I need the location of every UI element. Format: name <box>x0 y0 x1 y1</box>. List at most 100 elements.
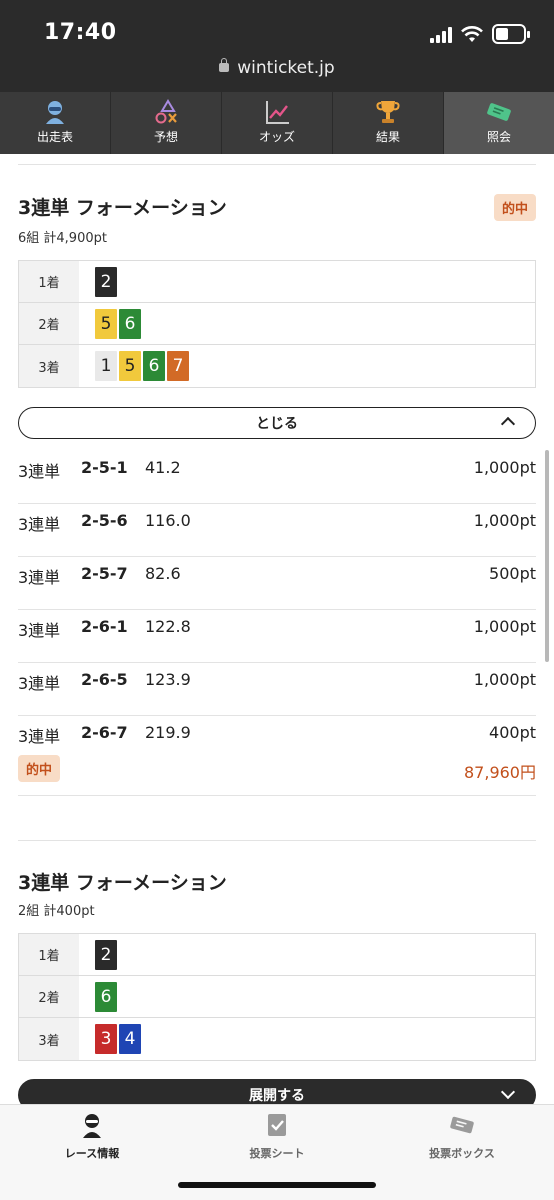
url-text: winticket.jp <box>237 58 335 78</box>
bet-type: 3連単 <box>18 462 61 481</box>
bet-amount: 1,000pt <box>473 617 536 636</box>
racer-number: 7 <box>167 351 189 381</box>
collapse-button[interactable]: とじる <box>18 407 536 439</box>
tab-label: オッズ <box>258 130 295 144</box>
bet-amount: 400pt <box>489 723 536 742</box>
battery-icon <box>492 24 530 44</box>
address-bar[interactable]: winticket.jp <box>0 58 554 78</box>
tab-odds[interactable]: オッズ <box>222 92 333 154</box>
browser-status-bar: 17:40 winticket.jp <box>0 0 554 92</box>
collapse-label: とじる <box>256 416 298 432</box>
tab-prediction[interactable]: 予想 <box>111 92 222 154</box>
odds-chart-icon <box>266 101 289 124</box>
bet-combination: 2-5-1 <box>81 458 128 477</box>
racer-number: 1 <box>95 351 117 381</box>
formation-table: 1着 2 2着 6 3着 3 4 <box>18 933 536 1061</box>
bottom-tab-bet-sheet[interactable]: 投票シート <box>185 1111 369 1161</box>
bet-type: 3連単 <box>18 568 61 587</box>
racer-number: 2 <box>95 939 117 970</box>
bottom-tab-bet-box[interactable]: 投票ボックス <box>370 1111 554 1161</box>
bet-row: 3連単 2-5-6 116.0 1,000pt <box>18 504 536 557</box>
racer-number: 6 <box>95 981 117 1012</box>
signal-icon <box>430 27 454 43</box>
bet-title: 3連単 フォーメーション <box>18 872 227 894</box>
bet-odds: 82.6 <box>145 564 181 583</box>
expand-label: 展開する <box>249 1088 305 1104</box>
bet-combination: 2-6-5 <box>81 670 128 689</box>
position-row-2nd: 2着 5 6 <box>19 303 535 345</box>
bet-combination: 2-6-7 <box>81 723 128 742</box>
payout-amount: 87,960円 <box>464 763 536 782</box>
bottom-tab-race-info[interactable]: レース情報 <box>0 1111 184 1161</box>
bet-row: 3連単 2-5-1 41.2 1,000pt <box>18 451 536 504</box>
formation-table: 1着 2 2着 5 6 3着 1 5 6 7 <box>18 260 536 388</box>
tab-inquiry[interactable]: 照会 <box>444 92 554 154</box>
racer-number: 6 <box>143 351 165 381</box>
tab-label: 出走表 <box>36 130 73 144</box>
divider <box>18 840 536 841</box>
position-row-1st: 1着 2 <box>19 261 535 303</box>
payout-hit-badge: 的中 <box>18 755 61 782</box>
ticket-icon <box>487 103 511 121</box>
position-label: 1着 <box>19 934 79 975</box>
bet-amount: 1,000pt <box>473 511 536 530</box>
race-nav: 出走表 予想 オッズ 結果 照会 <box>0 92 554 154</box>
trophy-icon <box>376 101 400 123</box>
lock-icon <box>219 58 230 72</box>
tab-label: 予想 <box>153 130 178 144</box>
racer-number: 3 <box>95 1024 117 1054</box>
position-label: 2着 <box>19 303 79 344</box>
bet-type: 3連単 <box>18 674 61 693</box>
bet-summary: 6組 計4,900pt <box>18 231 107 246</box>
bet-row: 3連単 2-6-7 219.9 400pt <box>18 716 536 796</box>
rider-icon <box>46 101 64 124</box>
tab-results[interactable]: 結果 <box>333 92 444 154</box>
bet-odds: 41.2 <box>145 458 181 477</box>
bet-amount: 1,000pt <box>473 458 536 477</box>
bottom-tab-label: 投票シート <box>249 1147 305 1160</box>
tab-entries[interactable]: 出走表 <box>0 92 111 154</box>
bet-amount: 500pt <box>489 564 536 583</box>
bet-odds: 116.0 <box>145 511 191 530</box>
bet-title: 3連単 フォーメーション <box>18 197 227 219</box>
bet-type: 3連単 <box>18 621 61 640</box>
position-label: 1着 <box>19 261 79 302</box>
racer-number: 5 <box>95 308 117 339</box>
bet-combination: 2-6-1 <box>81 617 128 636</box>
bet-row: 3連単 2-5-7 82.6 500pt <box>18 557 536 610</box>
home-indicator[interactable] <box>178 1182 376 1188</box>
bet-row: 3連単 2-6-1 122.8 1,000pt <box>18 610 536 663</box>
tab-label: 照会 <box>486 130 511 144</box>
bet-summary: 2組 計400pt <box>18 904 95 919</box>
tab-label: 結果 <box>375 130 400 144</box>
bet-odds: 219.9 <box>145 723 191 742</box>
position-label: 3着 <box>19 1018 79 1060</box>
position-label: 3着 <box>19 345 79 387</box>
scrollbar[interactable] <box>545 450 549 662</box>
wifi-icon <box>461 26 483 42</box>
bottom-tab-label: 投票ボックス <box>429 1147 495 1160</box>
position-row-1st: 1着 2 <box>19 934 535 976</box>
bet-type: 3連単 <box>18 727 61 746</box>
position-row-3rd: 3着 1 5 6 7 <box>19 345 535 387</box>
bet-row: 3連単 2-6-5 123.9 1,000pt <box>18 663 536 716</box>
position-label: 2着 <box>19 976 79 1017</box>
clock: 17:40 <box>44 20 117 45</box>
racer-number: 2 <box>95 266 117 297</box>
racer-number: 4 <box>119 1024 141 1054</box>
prediction-icon <box>155 99 177 124</box>
race-info-icon <box>83 1114 101 1138</box>
hit-badge: 的中 <box>493 194 536 221</box>
bet-type: 3連単 <box>18 515 61 534</box>
bet-box-icon <box>450 1116 474 1134</box>
position-row-3rd: 3着 3 4 <box>19 1018 535 1060</box>
racer-number: 5 <box>119 351 141 381</box>
bet-odds: 122.8 <box>145 617 191 636</box>
divider <box>18 164 536 165</box>
chevron-up-icon <box>500 416 516 432</box>
bet-combination: 2-5-7 <box>81 564 128 583</box>
bet-combination: 2-5-6 <box>81 511 128 530</box>
position-row-2nd: 2着 6 <box>19 976 535 1018</box>
bottom-tab-label: レース情報 <box>64 1147 120 1160</box>
bet-sheet-icon <box>268 1114 286 1136</box>
